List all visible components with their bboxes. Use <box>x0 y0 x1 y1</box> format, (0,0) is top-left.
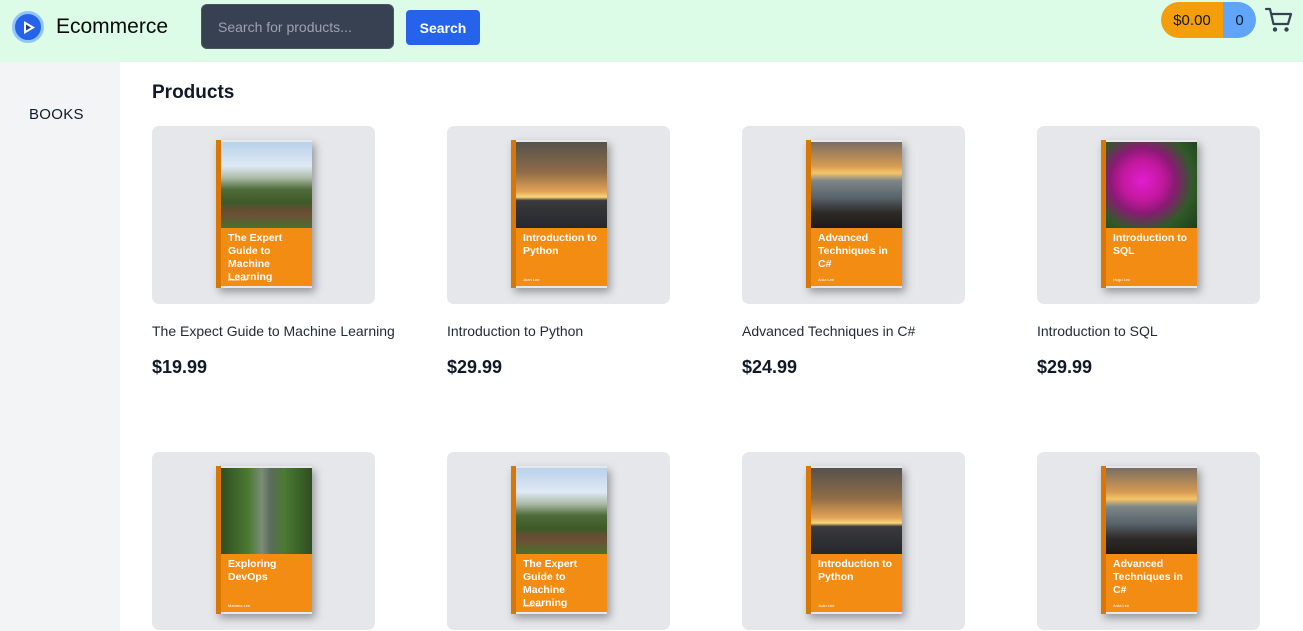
book-cover: Exploring DevOps Mariana Lee <box>216 466 312 614</box>
product-image[interactable]: Advanced Techniques in C# Arda Lee <box>742 126 965 304</box>
product-price: $29.99 <box>447 357 503 377</box>
cover-title: Introduction to Python <box>523 232 598 257</box>
book-cover: Advanced Techniques in C# Arda Lee <box>1101 466 1197 614</box>
product-image[interactable]: The Expert Guide to Machine Learning Ahm… <box>447 452 670 630</box>
cover-author: Mariana Lee <box>228 603 251 608</box>
page-title: Products <box>152 82 235 103</box>
book-cover: Introduction to SQL Hugo Lee <box>1101 140 1197 288</box>
cart-summary[interactable]: $0.00 0 <box>1161 2 1256 38</box>
cover-author: Hugo Lee <box>1113 277 1131 282</box>
cover-author: Ahmet Lee <box>523 603 543 608</box>
cover-title: Introduction to SQL <box>1113 232 1188 257</box>
book-cover: The Expert Guide to Machine Learning Ahm… <box>216 140 312 288</box>
product-name[interactable]: The Expect Guide to Machine Learning <box>152 323 395 339</box>
cover-title: Advanced Techniques in C# <box>818 232 888 270</box>
cover-photo <box>221 468 312 554</box>
book-cover: Introduction to Python Juan Lee <box>511 140 607 288</box>
product-price: $24.99 <box>742 357 798 377</box>
product-name[interactable]: Advanced Techniques in C# <box>742 323 915 339</box>
cover-photo <box>1106 468 1197 554</box>
product-price: $19.99 <box>152 357 208 377</box>
book-cover: The Expert Guide to Machine Learning Ahm… <box>511 466 607 614</box>
product-image[interactable]: Introduction to SQL Hugo Lee <box>1037 126 1260 304</box>
product-name[interactable]: Introduction to Python <box>447 323 583 339</box>
product-name[interactable]: Introduction to SQL <box>1037 323 1158 339</box>
product-image[interactable]: The Expert Guide to Machine Learning Ahm… <box>152 126 375 304</box>
cover-author: Arda Lee <box>1113 603 1130 608</box>
top-header: Ecommerce Search $0.00 0 <box>0 0 1303 62</box>
cover-author: Arda Lee <box>818 277 835 282</box>
product-image[interactable]: Exploring DevOps Mariana Lee <box>152 452 375 630</box>
brand-name[interactable]: Ecommerce <box>56 15 168 39</box>
product-image[interactable]: Introduction to Python Juan Lee <box>447 126 670 304</box>
cover-author: Juan Lee <box>523 277 540 282</box>
cover-photo <box>221 142 312 228</box>
shopping-cart-icon[interactable] <box>1264 5 1294 35</box>
product-price: $29.99 <box>1037 357 1093 377</box>
cover-photo <box>516 142 607 228</box>
search-button[interactable]: Search <box>406 10 480 45</box>
cover-author: Ahmet Lee <box>228 277 248 282</box>
product-image[interactable]: Introduction to Python Juan Lee <box>742 452 965 630</box>
sidebar-item-books[interactable]: BOOKS <box>29 106 84 123</box>
book-cover: Introduction to Python Juan Lee <box>806 466 902 614</box>
cover-photo <box>516 468 607 554</box>
category-sidebar: BOOKS <box>0 62 120 631</box>
search-input[interactable] <box>201 4 394 49</box>
cover-photo <box>1106 142 1197 228</box>
cover-photo <box>811 468 902 554</box>
play-circle-logo-icon[interactable] <box>12 11 44 43</box>
cover-title: Exploring DevOps <box>228 558 277 583</box>
cover-title: Introduction to Python <box>818 558 893 583</box>
book-cover: Advanced Techniques in C# Arda Lee <box>806 140 902 288</box>
cart-total: $0.00 <box>1161 2 1223 38</box>
cover-author: Juan Lee <box>818 603 835 608</box>
product-image[interactable]: Advanced Techniques in C# Arda Lee <box>1037 452 1260 630</box>
cover-title: Advanced Techniques in C# <box>1113 558 1183 596</box>
cover-photo <box>811 142 902 228</box>
cart-count-badge: 0 <box>1223 2 1256 38</box>
